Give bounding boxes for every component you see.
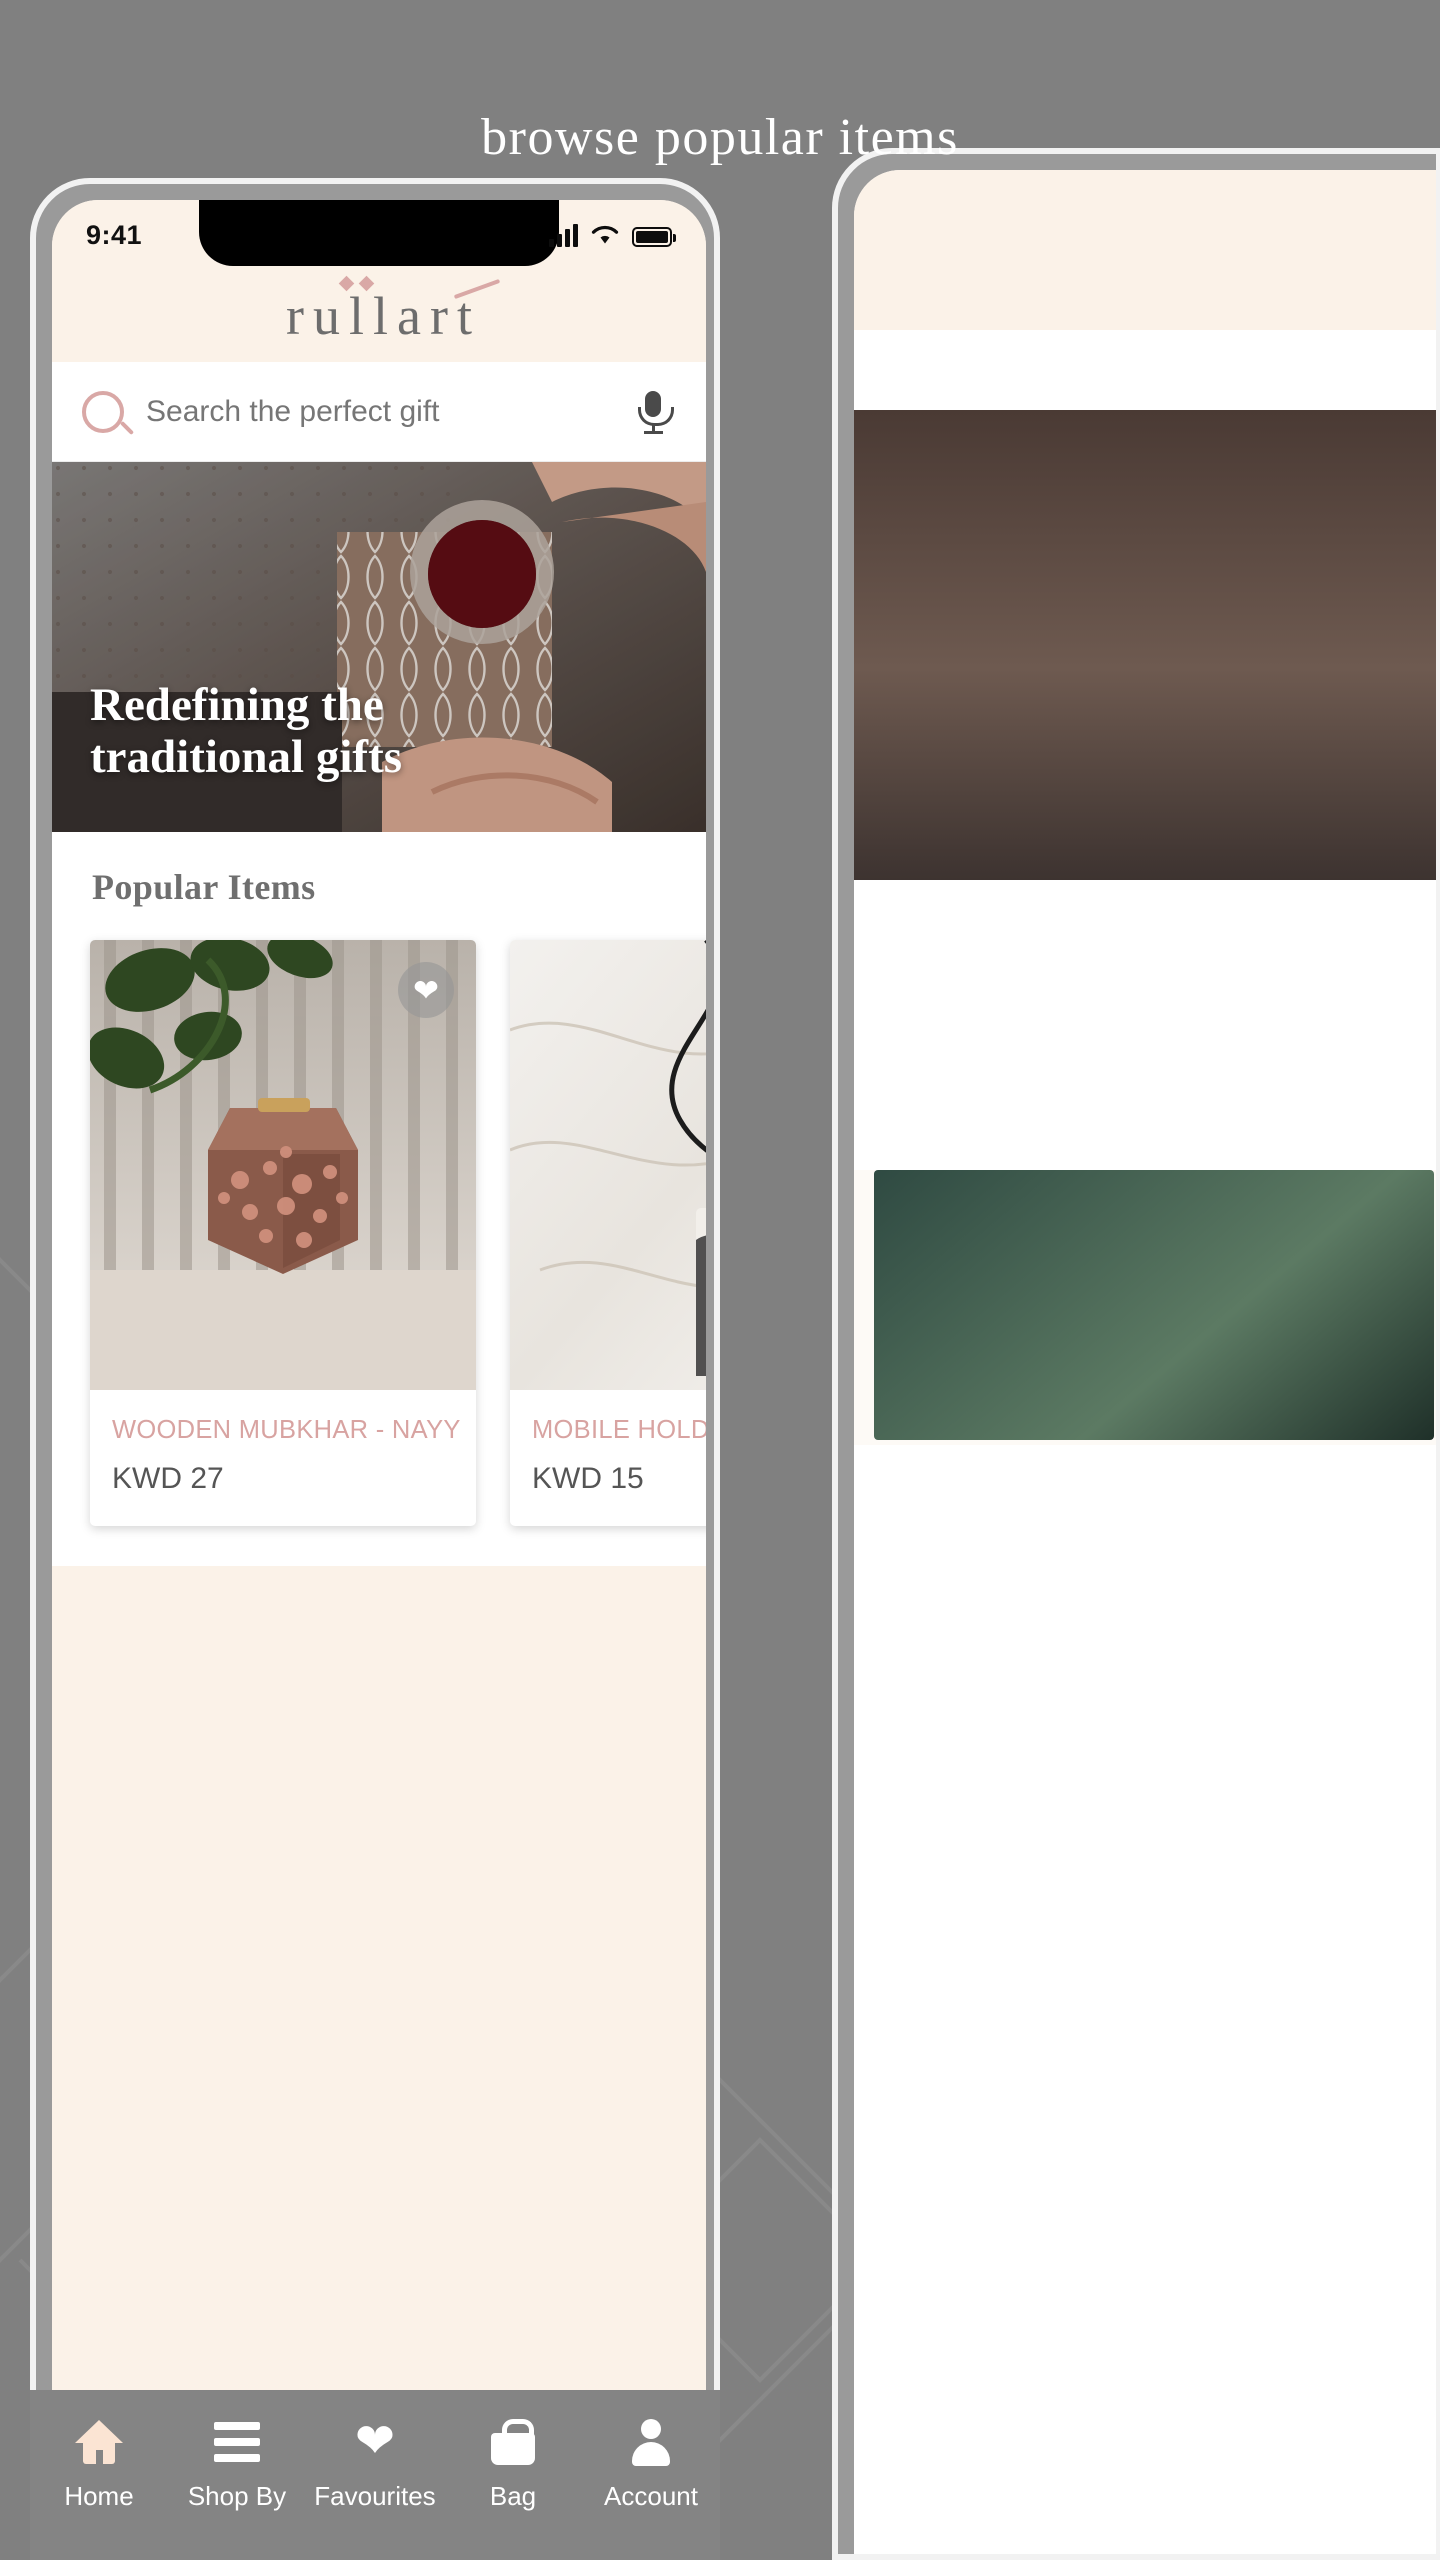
tab-label: Shop By <box>187 2481 287 2511</box>
tab-label: Bag <box>489 2481 537 2511</box>
battery-full-icon <box>632 227 676 247</box>
search-bar[interactable]: Search the perfect gift <box>52 362 706 462</box>
secondary-phone-screen <box>854 170 1436 2554</box>
phone-screen: 9:41 rullart Search the perfect gift Red… <box>52 200 706 2550</box>
secondary-hero-band <box>854 410 1436 880</box>
secondary-product-tile <box>874 1170 1434 1440</box>
heart-icon: ❤ <box>413 972 439 1008</box>
tab-home[interactable]: Home <box>34 2416 164 2512</box>
brand-logo[interactable]: rullart <box>277 275 501 346</box>
popular-items-section: Popular Items ❤ WOODEN MUBKHAR - NAYY KW… <box>52 832 706 1566</box>
tab-label: Account <box>604 2481 698 2511</box>
search-icon <box>82 390 124 433</box>
product-info: WOODEN MUBKHAR - NAYY KWD 27 <box>90 1390 476 1526</box>
product-card[interactable]: MOBILE HOLDER KWD 15 <box>510 940 706 1526</box>
secondary-bottom-band <box>854 1445 1436 2554</box>
hero-title: Redefining the traditional gifts <box>90 679 402 784</box>
app-header: rullart <box>52 270 706 362</box>
cellular-bars-icon <box>549 224 578 247</box>
favourite-button[interactable]: ❤ <box>398 962 454 1018</box>
product-price: KWD 15 <box>532 1462 644 1495</box>
tab-label: Home <box>64 2481 134 2511</box>
section-title: Popular Items <box>92 867 316 907</box>
status-bar: 9:41 <box>52 200 706 270</box>
product-name: MOBILE HOLDER <box>532 1416 706 1444</box>
status-icons <box>549 223 676 247</box>
hero-banner[interactable]: Redefining the traditional gifts <box>52 462 706 832</box>
product-card[interactable]: ❤ WOODEN MUBKHAR - NAYY KWD 27 <box>90 940 476 1526</box>
hero-title-line1: Redefining the <box>90 678 384 731</box>
secondary-phone-frame <box>832 148 1440 2560</box>
tab-shop-by[interactable]: Shop By <box>172 2416 302 2512</box>
heart-icon: ❤ <box>354 2414 396 2468</box>
search-input[interactable]: Search the perfect gift <box>146 395 636 429</box>
account-icon <box>630 2416 672 2468</box>
tab-favourites[interactable]: ❤ Favourites <box>310 2416 440 2512</box>
bottom-navigation[interactable]: Home Shop By ❤ Favourites Bag Account <box>30 2390 720 2560</box>
status-time: 9:41 <box>86 219 143 250</box>
brand-logo-text: rullart <box>286 286 481 346</box>
product-info: MOBILE HOLDER KWD 15 <box>510 1390 706 1526</box>
tab-label: Favourites <box>314 2481 436 2511</box>
wifi-icon <box>591 225 619 244</box>
umlaut-diamonds-icon <box>338 275 375 292</box>
tab-bag[interactable]: Bag <box>448 2416 578 2512</box>
shopping-bag-icon <box>491 2416 535 2468</box>
product-carousel[interactable]: ❤ WOODEN MUBKHAR - NAYY KWD 27 MOBILE HO… <box>52 908 706 1566</box>
product-price: KWD 27 <box>112 1462 224 1495</box>
secondary-section-band <box>854 880 1436 1170</box>
notch <box>199 200 559 266</box>
secondary-search-band <box>854 330 1436 410</box>
secondary-header-band <box>854 170 1436 330</box>
phone-frame: 9:41 rullart Search the perfect gift Red… <box>30 178 720 2560</box>
product-image <box>510 940 706 1390</box>
page-headline: browse popular items <box>481 109 959 166</box>
home-icon <box>75 2416 123 2468</box>
menu-icon <box>214 2416 260 2468</box>
hero-title-line2: traditional gifts <box>90 731 403 784</box>
tab-account[interactable]: Account <box>586 2416 716 2512</box>
product-name: WOODEN MUBKHAR - NAYY <box>112 1416 461 1444</box>
microphone-icon[interactable] <box>636 389 674 435</box>
product-image: ❤ <box>90 940 476 1390</box>
